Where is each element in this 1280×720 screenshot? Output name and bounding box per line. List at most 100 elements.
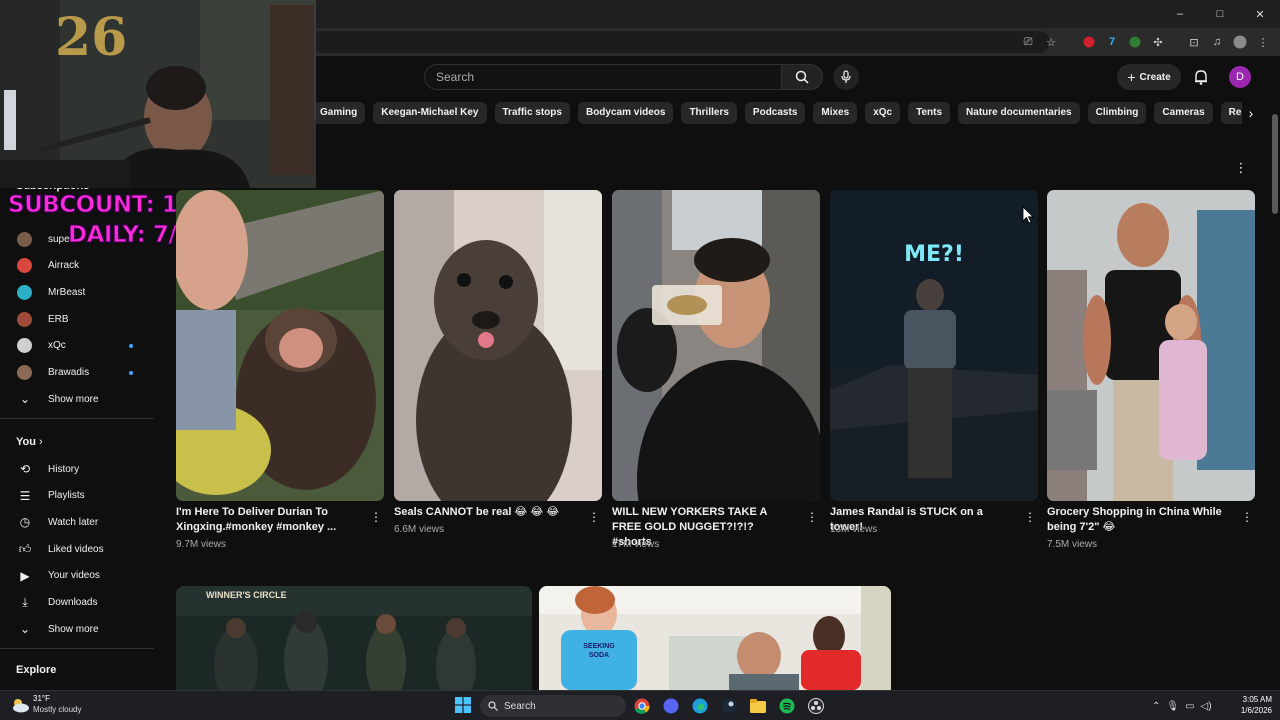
clock-date: 1/6/2026 [1240, 706, 1272, 715]
chevron-right-icon[interactable]: › [1242, 103, 1260, 123]
chevron-up-icon[interactable]: ⌃ [1152, 701, 1160, 712]
sidebar-item-playlists[interactable]: ☰ Playlists [0, 483, 154, 509]
tab-search-icon[interactable]: ⊡ [1185, 33, 1203, 51]
sidebar-item-liked-videos[interactable]: 👍︎ Liked videos [0, 536, 154, 562]
sidebar-channel[interactable]: Brawadis [0, 360, 154, 386]
media-icon[interactable]: ♫ [1208, 33, 1226, 51]
chip[interactable]: Keegan-Michael Key [373, 102, 487, 124]
thumbnail-text: SEEKING SODA [583, 643, 615, 659]
obs-icon[interactable] [806, 696, 826, 716]
sidebar-item-history[interactable]: ⟲ History [0, 456, 154, 482]
clock-time: 3:05 AM [1242, 695, 1272, 704]
more-icon[interactable]: ⋮ [370, 510, 382, 524]
short-title[interactable]: Seals CANNOT be real 😂 😂 😂 [394, 505, 574, 520]
short-title[interactable]: I'm Here To Deliver Durian To Xingxing.#… [176, 505, 356, 535]
chip[interactable]: Bodycam videos [577, 102, 674, 124]
sidebar-item-watch-later[interactable]: ◷ Watch later [0, 509, 154, 535]
chip[interactable]: xQc [865, 102, 901, 124]
thumbnail-text: ME?! [904, 242, 964, 267]
mic-icon [841, 70, 851, 83]
video-thumbnail[interactable]: SEEKING SODA [539, 586, 891, 690]
you-heading[interactable]: You › [16, 436, 43, 448]
close-button[interactable]: ✕ [1240, 0, 1280, 28]
microphone-icon[interactable]: 🎙 [1166, 701, 1179, 712]
chip[interactable]: Climbing [1087, 102, 1147, 124]
star-icon[interactable]: ☆ [1042, 33, 1060, 51]
scrollbar-thumb[interactable] [1272, 114, 1278, 214]
notifications-button[interactable] [1190, 66, 1212, 88]
channel-avatar [17, 258, 32, 274]
thumbnail-text: WINNER'S CIRCLE [206, 590, 287, 600]
channel-avatar [17, 231, 32, 247]
show-more-subscriptions[interactable]: ⌄ Show more [0, 386, 154, 412]
volume-icon[interactable]: ◁) [1201, 701, 1212, 712]
chip[interactable]: Traffic stops [494, 102, 570, 124]
profile-icon[interactable] [1231, 33, 1249, 51]
chip[interactable]: Nature documentaries [958, 102, 1080, 124]
clock[interactable]: 3:05 AM 1/6/2026 [1226, 694, 1272, 716]
chip[interactable]: Podcasts [744, 102, 806, 124]
chip[interactable]: Restaurants [1220, 102, 1242, 124]
more-icon[interactable]: ⋮ [588, 510, 600, 524]
chip[interactable]: Cameras [1154, 102, 1213, 124]
edge-icon[interactable] [690, 696, 710, 716]
short-thumbnail[interactable]: ME?! [830, 190, 1038, 501]
short-views: 7.5M views [1047, 539, 1098, 550]
chip[interactable]: Mixes [813, 102, 858, 124]
short-views: 13M views [830, 524, 878, 535]
sidebar-channel[interactable]: MrBeast [0, 279, 154, 305]
scrollbar[interactable] [1270, 96, 1280, 690]
more-icon[interactable]: ⋮ [806, 510, 818, 524]
steam-icon[interactable] [719, 696, 739, 716]
chrome-icon[interactable] [632, 696, 652, 716]
short-thumbnail[interactable] [176, 190, 384, 501]
shorts-section-menu-icon[interactable]: ⋮ [1234, 160, 1248, 174]
short-thumbnail[interactable] [612, 190, 820, 501]
sidebar-channel[interactable]: Airrack [0, 253, 154, 279]
video-thumbnail[interactable]: WINNER'S CIRCLE [176, 586, 532, 690]
search-input[interactable]: Search [424, 64, 782, 90]
spotify-icon[interactable] [777, 696, 797, 716]
cloud-icon [13, 699, 29, 713]
mouse-cursor [1022, 206, 1034, 224]
show-more-you[interactable]: ⌄ Show more [0, 616, 154, 642]
sidebar-item-downloads[interactable]: ⤓ Downloads [0, 590, 154, 616]
account-avatar[interactable]: D [1229, 66, 1251, 88]
kebab-icon[interactable]: ⋮ [1254, 33, 1272, 51]
search-button[interactable] [781, 64, 823, 90]
sidebar-item-label: History [48, 463, 80, 475]
display-icon[interactable]: ▭ [1185, 701, 1194, 712]
create-button[interactable]: + Create [1117, 64, 1181, 90]
sidebar-channel[interactable]: xQc [0, 333, 154, 359]
extension-red-icon[interactable] [1080, 33, 1098, 51]
extension-7tv-icon[interactable]: 7 [1103, 33, 1121, 51]
puzzle-icon[interactable]: ✣ [1149, 33, 1167, 51]
sidebar-item-your-videos[interactable]: ▶ Your videos [0, 563, 154, 589]
maximize-button[interactable]: □ [1200, 0, 1240, 28]
more-icon[interactable]: ⋮ [1024, 510, 1036, 524]
short-title[interactable]: Grocery Shopping in China While being 7'… [1047, 505, 1227, 535]
extension-shield-icon[interactable] [1126, 33, 1144, 51]
folder-icon[interactable] [748, 696, 768, 716]
channel-name: Brawadis [48, 367, 90, 378]
weather-description[interactable]: Mostly cloudy [33, 705, 81, 714]
address-bar[interactable] [310, 31, 1050, 53]
taskbar-search[interactable]: Search [480, 695, 626, 717]
install-app-icon[interactable]: ⎚ [1019, 33, 1037, 51]
short-thumbnail[interactable] [394, 190, 602, 501]
chip[interactable]: Gaming [312, 102, 366, 124]
short-thumbnail[interactable] [1047, 190, 1255, 501]
more-icon[interactable]: ⋮ [1241, 510, 1253, 524]
sidebar-divider [0, 648, 154, 649]
discord-icon[interactable] [661, 696, 681, 716]
windows-start-icon[interactable] [455, 697, 471, 713]
voice-search-button[interactable] [833, 64, 859, 90]
chevron-right-icon: › [39, 436, 43, 448]
short-views: 17M views [612, 539, 660, 550]
chip[interactable]: Thrillers [681, 102, 737, 124]
sidebar-channel[interactable]: ERB [0, 306, 154, 332]
minimize-button[interactable]: – [1160, 0, 1200, 28]
chip[interactable]: Tents [908, 102, 951, 124]
explore-heading[interactable]: Explore [16, 664, 56, 676]
weather-temperature[interactable]: 31°F [33, 694, 50, 703]
